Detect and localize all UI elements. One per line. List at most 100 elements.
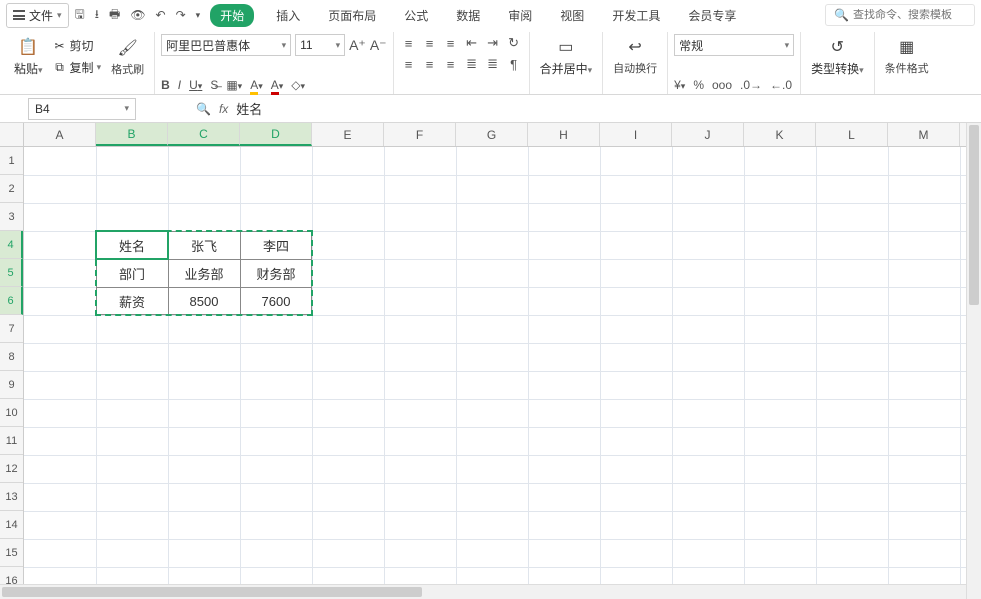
justify-icon[interactable]: ≣	[463, 55, 481, 73]
tab-start[interactable]: 开始	[210, 4, 254, 27]
col-header-A[interactable]: A	[24, 123, 96, 146]
tab-layout[interactable]: 页面布局	[322, 4, 382, 27]
row-header-10[interactable]: 10	[0, 399, 23, 427]
merge-group: ▭ 合并居中▾	[530, 32, 604, 94]
formula-input[interactable]	[236, 101, 436, 116]
row-header-3[interactable]: 3	[0, 203, 23, 231]
rtl-icon[interactable]: ¶	[505, 55, 523, 73]
row-header-1[interactable]: 1	[0, 147, 23, 175]
merge-button[interactable]: ▭ 合并居中▾	[536, 34, 597, 79]
col-header-F[interactable]: F	[384, 123, 456, 146]
name-box[interactable]: B4 ▾	[28, 98, 136, 120]
file-label: 文件	[29, 7, 53, 24]
align-center-icon[interactable]: ≡	[421, 55, 439, 73]
align-right-icon[interactable]: ≡	[442, 55, 460, 73]
inc-decimal-button[interactable]: .0→	[740, 78, 762, 92]
tab-data[interactable]: 数据	[450, 4, 486, 27]
vertical-scrollbar[interactable]	[966, 123, 981, 599]
chevron-down-icon[interactable]: ▾	[196, 10, 201, 21]
search-field[interactable]	[853, 9, 963, 21]
row-header-7[interactable]: 7	[0, 315, 23, 343]
paste-button[interactable]: 📋 粘贴▾	[10, 34, 47, 79]
currency-button[interactable]: ¥▾	[674, 78, 685, 92]
fill-color-button[interactable]: A▾	[250, 78, 263, 92]
file-menu[interactable]: 文件 ▾	[6, 3, 69, 28]
col-header-B[interactable]: B	[96, 123, 168, 146]
increase-font-icon[interactable]: A⁺	[349, 37, 366, 54]
col-header-L[interactable]: L	[816, 123, 888, 146]
row-header-8[interactable]: 8	[0, 343, 23, 371]
row-header-11[interactable]: 11	[0, 427, 23, 455]
col-header-H[interactable]: H	[528, 123, 600, 146]
zoom-icon[interactable]: 🔍	[196, 102, 211, 116]
horizontal-scrollbar[interactable]	[0, 584, 966, 599]
number-group: 常规▾ ¥▾ % ooo .0→ ←.0	[668, 32, 801, 94]
tab-review[interactable]: 审阅	[502, 4, 538, 27]
row-header-14[interactable]: 14	[0, 511, 23, 539]
row-header-4[interactable]: 4	[0, 231, 23, 259]
font-name-combo[interactable]: 阿里巴巴普惠体▾	[161, 34, 291, 56]
decrease-font-icon[interactable]: A⁻	[370, 37, 387, 54]
cut-button[interactable]: ✂剪切	[51, 36, 104, 55]
tab-formula[interactable]: 公式	[398, 4, 434, 27]
indent-inc-icon[interactable]: ⇥	[484, 34, 502, 52]
tab-insert[interactable]: 插入	[270, 4, 306, 27]
undo-icon[interactable]: ↶	[156, 8, 166, 22]
type-convert-button[interactable]: ↺ 类型转换▾	[807, 34, 868, 79]
underline-button[interactable]: U▾	[189, 78, 202, 92]
col-header-M[interactable]: M	[888, 123, 960, 146]
font-size-combo[interactable]: 11▾	[295, 34, 345, 56]
col-header-G[interactable]: G	[456, 123, 528, 146]
comma-button[interactable]: ooo	[712, 78, 732, 92]
clear-format-button[interactable]: ◇▾	[291, 78, 305, 92]
row-header-15[interactable]: 15	[0, 539, 23, 567]
border-button[interactable]: ▦▾	[226, 78, 242, 92]
col-header-K[interactable]: K	[744, 123, 816, 146]
percent-button[interactable]: %	[693, 78, 704, 92]
tab-member[interactable]: 会员专享	[682, 4, 742, 27]
row-header-13[interactable]: 13	[0, 483, 23, 511]
align-middle-icon[interactable]: ≡	[421, 34, 439, 52]
row-header-9[interactable]: 9	[0, 371, 23, 399]
bold-button[interactable]: B	[161, 78, 170, 92]
row-header-2[interactable]: 2	[0, 175, 23, 203]
copy-button[interactable]: ⧉复制▾	[51, 58, 104, 77]
number-format-combo[interactable]: 常规▾	[674, 34, 794, 56]
dec-decimal-button[interactable]: ←.0	[770, 78, 792, 92]
row-header-12[interactable]: 12	[0, 455, 23, 483]
font-color-button[interactable]: A▾	[271, 78, 284, 92]
strike-button[interactable]: S̶	[210, 78, 218, 92]
fx-icon[interactable]: fx	[219, 102, 228, 116]
wrap-button[interactable]: ↩ 自动换行	[609, 34, 661, 78]
col-header-I[interactable]: I	[600, 123, 672, 146]
vertical-scroll-thumb[interactable]	[969, 125, 979, 305]
redo-icon[interactable]: ↷	[176, 8, 186, 22]
row-header-5[interactable]: 5	[0, 259, 23, 287]
save-icon[interactable]: 🖫	[75, 5, 85, 26]
save-as-icon[interactable]: ⭳	[95, 5, 99, 26]
print-preview-icon[interactable]: 👁	[130, 8, 145, 22]
format-painter-button[interactable]: 🖌 格式刷	[107, 35, 148, 79]
select-all-corner[interactable]	[0, 123, 24, 147]
cond-format-button[interactable]: ▦ 条件格式	[881, 34, 933, 78]
tab-view[interactable]: 视图	[554, 4, 590, 27]
convert-icon: ↺	[826, 36, 848, 58]
col-header-D[interactable]: D	[240, 123, 312, 146]
cells-area[interactable]: 姓名张飞李四部门业务部财务部薪资85007600	[24, 147, 981, 599]
distribute-icon[interactable]: ≣	[484, 55, 502, 73]
print-icon[interactable]: 🖶	[109, 5, 120, 26]
cut-label: 剪切	[70, 37, 94, 54]
search-input[interactable]: 🔍	[825, 4, 975, 26]
col-header-J[interactable]: J	[672, 123, 744, 146]
orientation-icon[interactable]: ↻	[505, 34, 523, 52]
italic-button[interactable]: I	[178, 78, 181, 92]
align-left-icon[interactable]: ≡	[400, 55, 418, 73]
indent-dec-icon[interactable]: ⇤	[463, 34, 481, 52]
col-header-C[interactable]: C	[168, 123, 240, 146]
align-top-icon[interactable]: ≡	[400, 34, 418, 52]
row-header-6[interactable]: 6	[0, 287, 23, 315]
horizontal-scroll-thumb[interactable]	[2, 587, 422, 597]
col-header-E[interactable]: E	[312, 123, 384, 146]
tab-dev[interactable]: 开发工具	[606, 4, 666, 27]
align-bottom-icon[interactable]: ≡	[442, 34, 460, 52]
